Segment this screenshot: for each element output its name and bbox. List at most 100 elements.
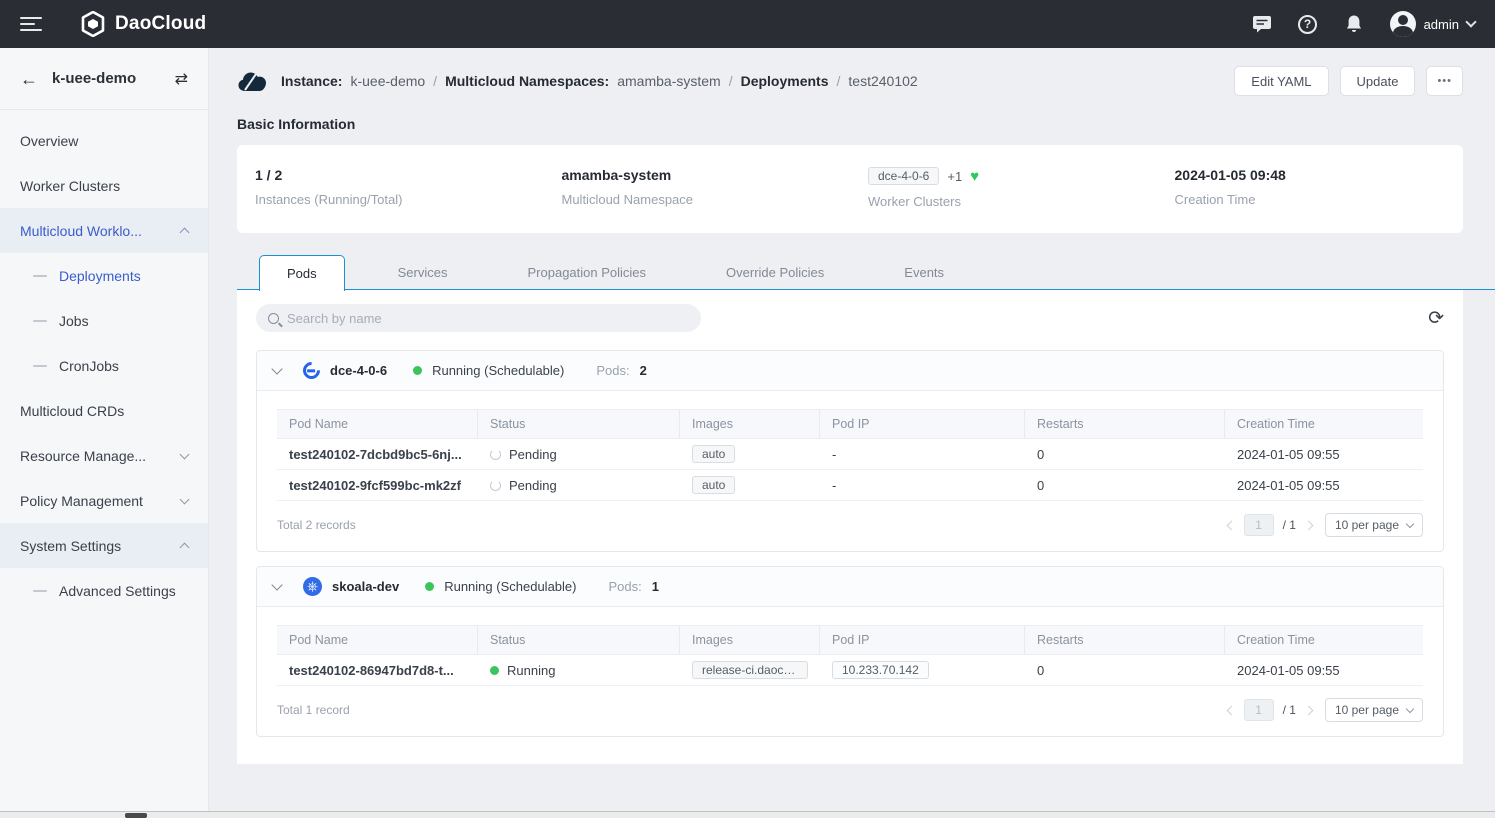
more-actions-button[interactable]: ••• (1426, 66, 1463, 96)
menu-icon[interactable] (20, 17, 42, 31)
sidebar-item-overview[interactable]: Overview (0, 118, 208, 163)
tabs: Pods Services Propagation Policies Overr… (237, 254, 1495, 290)
pod-name[interactable]: test240102-7dcbd9bc5-6nj... (277, 439, 478, 469)
sidebar-item-cronjobs[interactable]: CronJobs (0, 343, 208, 388)
pods-panel: ⟳ dce-4-0-6 Running (Schedulable) Pods:2… (237, 290, 1463, 764)
scrollbar-thumb[interactable] (125, 813, 147, 818)
tab-pods[interactable]: Pods (259, 255, 345, 291)
top-navbar: DaoCloud ? admin (0, 0, 1495, 48)
page-number-input[interactable]: 1 (1244, 514, 1274, 536)
notifications-bell-icon[interactable] (1344, 14, 1364, 34)
cluster-card-skoala-dev: ⎈ skoala-dev Running (Schedulable) Pods:… (256, 566, 1444, 737)
tab-events[interactable]: Events (877, 255, 971, 290)
brand: DaoCloud (80, 11, 206, 37)
page-total: / 1 (1283, 703, 1296, 717)
user-avatar (1390, 11, 1416, 37)
switch-instance-icon[interactable]: ⇄ (175, 69, 188, 89)
brand-name: DaoCloud (115, 13, 206, 35)
worker-cluster-extra[interactable]: +1 (947, 169, 962, 184)
sidebar-item-system-settings[interactable]: System Settings (0, 523, 208, 568)
pod-ip: - (820, 470, 1025, 500)
collapse-chevron-icon[interactable] (271, 579, 282, 590)
next-page-icon[interactable] (1303, 705, 1313, 715)
creation-time-label: Creation Time (1175, 192, 1464, 207)
cluster-status: Running (432, 363, 480, 378)
breadcrumb-instance-label: Instance: (281, 73, 342, 89)
breadcrumb-deployments[interactable]: Deployments (741, 73, 829, 89)
prev-page-icon[interactable] (1226, 705, 1236, 715)
page-total: / 1 (1283, 518, 1296, 532)
chevron-up-icon (180, 543, 190, 553)
basic-information-title: Basic Information (237, 116, 1463, 132)
next-page-icon[interactable] (1303, 520, 1313, 530)
cluster-status: Running (444, 579, 492, 594)
tab-override-policies[interactable]: Override Policies (699, 255, 851, 290)
page-size-select[interactable]: 10 per page (1325, 698, 1423, 722)
page-size-select[interactable]: 10 per page (1325, 513, 1423, 537)
creation-time-value: 2024-01-05 09:48 (1175, 167, 1464, 183)
pod-name[interactable]: test240102-86947bd7d8-t... (277, 655, 478, 685)
sidebar: ← k-uee-demo ⇄ Overview Worker Clusters … (0, 48, 209, 811)
prev-page-icon[interactable] (1226, 520, 1236, 530)
back-arrow-icon[interactable]: ← (20, 70, 38, 88)
restarts: 0 (1025, 470, 1225, 500)
cluster-name: skoala-dev (332, 579, 399, 594)
tab-services[interactable]: Services (371, 255, 475, 290)
help-icon[interactable]: ? (1298, 14, 1318, 34)
update-button[interactable]: Update (1340, 66, 1416, 96)
instances-value: 1 / 2 (255, 167, 544, 183)
sidebar-item-advanced-settings[interactable]: Advanced Settings (0, 568, 208, 613)
collapse-chevron-icon[interactable] (271, 363, 282, 374)
cluster-schedulable: (Schedulable) (484, 363, 564, 378)
sidebar-item-jobs[interactable]: Jobs (0, 298, 208, 343)
sidebar-item-deployments[interactable]: Deployments (0, 253, 208, 298)
breadcrumb-instance-value[interactable]: k-uee-demo (350, 73, 425, 89)
refresh-icon[interactable]: ⟳ (1428, 309, 1444, 328)
pending-status-icon (490, 480, 501, 491)
cluster-name: dce-4-0-6 (330, 363, 387, 378)
page-number-input[interactable]: 1 (1244, 699, 1274, 721)
search-input[interactable] (287, 311, 689, 326)
cluster-schedulable: (Schedulable) (496, 579, 576, 594)
chevron-down-icon (1406, 704, 1414, 712)
pods-count: 2 (640, 363, 647, 378)
chevron-down-icon (1406, 519, 1414, 527)
breadcrumb: Instance: k-uee-demo / Multicloud Namesp… (281, 73, 918, 89)
basic-information-card: 1 / 2 Instances (Running/Total) amamba-s… (237, 145, 1463, 233)
creation-time: 2024-01-05 09:55 (1225, 655, 1423, 685)
messages-icon[interactable] (1252, 14, 1272, 34)
creation-time: 2024-01-05 09:55 (1225, 470, 1423, 500)
kubernetes-cluster-logo-icon: ⎈ (303, 577, 322, 596)
restarts: 0 (1025, 439, 1225, 469)
cluster-card-dce-4-0-6: dce-4-0-6 Running (Schedulable) Pods:2 P… (256, 350, 1444, 552)
user-menu[interactable]: admin (1390, 11, 1475, 37)
sidebar-item-multicloud-crds[interactable]: Multicloud CRDs (0, 388, 208, 433)
pagination: 1 / 1 10 per page (1228, 513, 1423, 537)
search-icon (268, 313, 279, 324)
health-heart-icon: ♥ (970, 168, 979, 185)
total-records: Total 2 records (277, 518, 356, 532)
tab-propagation-policies[interactable]: Propagation Policies (501, 255, 674, 290)
pod-ip-tag[interactable]: 10.233.70.142 (832, 661, 929, 679)
edit-yaml-button[interactable]: Edit YAML (1234, 66, 1328, 96)
instances-label: Instances (Running/Total) (255, 192, 544, 207)
breadcrumb-namespace-value[interactable]: amamba-system (617, 73, 720, 89)
daocloud-logo-icon (80, 11, 106, 37)
sidebar-item-policy-management[interactable]: Policy Management (0, 478, 208, 523)
dash-icon (33, 320, 47, 322)
sidebar-item-resource-management[interactable]: Resource Manage... (0, 433, 208, 478)
image-tag[interactable]: auto (692, 445, 735, 463)
pod-ip: - (820, 439, 1025, 469)
sidebar-item-worker-clusters[interactable]: Worker Clusters (0, 163, 208, 208)
horizontal-scrollbar[interactable] (0, 811, 1495, 818)
image-tag[interactable]: auto (692, 476, 735, 494)
image-tag[interactable]: release-ci.daoclou... (692, 661, 808, 679)
breadcrumb-namespaces-label: Multicloud Namespaces: (445, 73, 609, 89)
sidebar-item-multicloud-workloads[interactable]: Multicloud Worklo... (0, 208, 208, 253)
main-content: Instance: k-uee-demo / Multicloud Namesp… (209, 48, 1495, 811)
table-header: Pod Name Status Images Pod IP Restarts C… (277, 625, 1423, 655)
running-status-dot (425, 582, 434, 591)
pod-name[interactable]: test240102-9fcf599bc-mk2zf (277, 470, 478, 500)
chevron-down-icon (180, 449, 190, 459)
chevron-down-icon (1465, 16, 1476, 27)
